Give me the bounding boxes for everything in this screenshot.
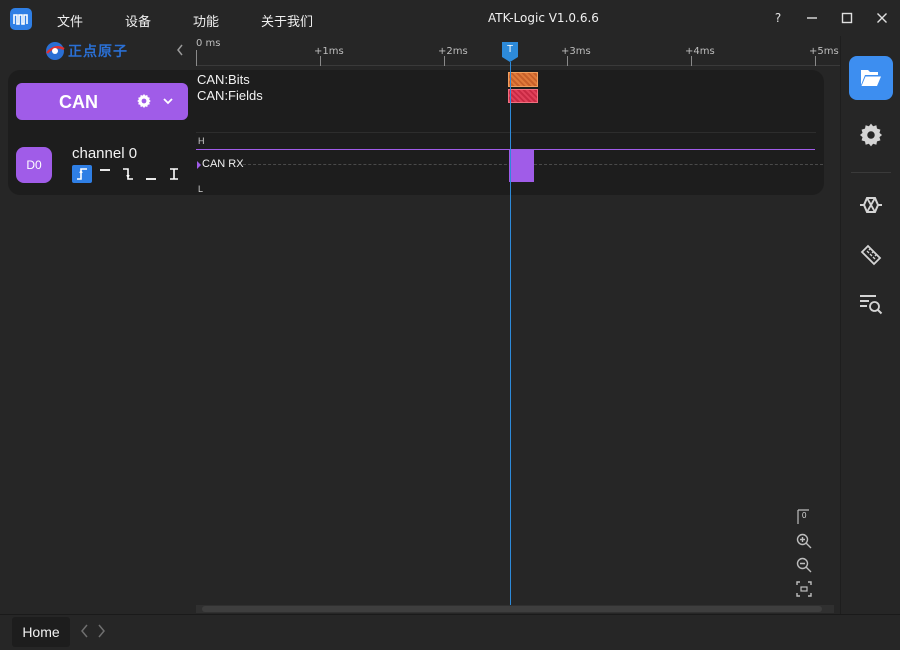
window-title: ATK-Logic V1.0.6.6 [488,11,599,25]
toolbar-separator [851,172,891,173]
high-level-label: H [198,136,205,146]
brand-logo: 正点原子 [44,40,128,62]
trigger-label: T [506,44,514,55]
horizontal-scrollbar[interactable] [196,605,834,613]
falling-edge-icon [123,168,133,180]
decoded-fields-block[interactable] [508,89,538,103]
fit-screen-icon [796,581,812,597]
trigger-low-level-button[interactable] [141,165,161,183]
minimize-button[interactable] [802,8,822,28]
trigger-marker[interactable]: T [502,42,518,62]
zoom-in-icon [796,533,812,549]
app-logo-icon [10,8,32,30]
scrollbar-thumb[interactable] [202,606,822,612]
app-window: 文件 设备 功能 关于我们 ATK-Logic V1.0.6.6 ? 正点原子 … [0,0,900,650]
folder-open-icon [861,70,881,86]
signal-pulse [510,149,534,182]
trigger-high-level-button[interactable] [95,165,115,183]
low-level-label: L [198,184,204,194]
close-button[interactable] [872,8,892,28]
menu-about[interactable]: 关于我们 [261,11,313,30]
zoom-out-button[interactable] [792,553,816,577]
ruler-tick-label: +3ms [561,46,591,57]
nav-back-button[interactable] [80,624,89,642]
zoom-fit-button[interactable] [792,577,816,601]
trigger-rising-edge-button[interactable] [72,165,92,183]
menu-function[interactable]: 功能 [193,11,219,30]
ruler-tick-label: +1ms [314,46,344,57]
ruler-tick [567,56,568,66]
zoom-reset-button[interactable]: 0 [792,505,816,529]
device-settings-button[interactable] [849,113,893,157]
home-tab-label: Home [22,624,60,640]
ruler-tick-label: +2ms [438,46,468,57]
rising-edge-icon [77,168,87,180]
trigger-options [72,165,187,183]
gear-icon[interactable] [136,93,152,109]
time-ruler[interactable]: 0 ms +1ms +2ms +3ms +4ms +5ms [196,36,840,66]
signal-high-line [196,149,815,150]
gear-icon [859,123,883,147]
decoder-row-bits: CAN:Bits [197,72,250,87]
brand-text: 正点原子 [68,44,128,60]
collapse-panel-button[interactable] [176,44,184,59]
menu-file[interactable]: 文件 [57,11,83,30]
any-edge-icon [170,168,178,180]
close-icon [877,13,887,23]
protocol-decoder-button[interactable] [849,183,893,227]
open-file-button[interactable] [849,56,893,100]
maximize-button[interactable] [837,8,857,28]
ruler-tick [691,56,692,66]
chevron-right-icon [98,624,105,638]
ruler-tick [444,56,445,66]
ruler-origin-tick [196,50,197,66]
decoder-can-button[interactable]: CAN [16,83,188,120]
channel-name[interactable]: channel 0 [72,145,137,162]
ruler-tick-label: +5ms [809,46,839,57]
home-tab[interactable]: Home [12,617,70,647]
low-level-icon [146,178,156,180]
decoder-name: CAN [59,92,98,112]
nav-forward-button[interactable] [97,624,106,642]
chevron-left-icon [177,44,183,56]
decoder-row-fields: CAN:Fields [197,88,263,103]
right-toolbar [840,36,900,614]
ruler-tick [815,56,816,66]
channel-badge-label: D0 [26,158,42,172]
search-results-button[interactable] [849,282,893,326]
signal-label: CAN RX [202,158,244,170]
zoom-out-icon [796,557,812,573]
zoom-tools: 0 [792,505,816,601]
panel-divider [196,132,816,133]
help-label: ? [774,11,782,25]
title-bar: 文件 设备 功能 关于我们 ATK-Logic V1.0.6.6 ? [0,0,900,36]
waveform-decode-icon [860,197,882,213]
channel-badge[interactable]: D0 [16,147,52,183]
channel-panel: CAN CAN:Bits CAN:Fields D0 channel 0 H L… [8,70,824,195]
menu-device[interactable]: 设备 [125,11,151,30]
high-level-icon [100,169,110,171]
minimize-icon [807,17,817,19]
measure-button[interactable] [849,233,893,277]
decoded-bits-block[interactable] [508,72,538,87]
signal-arrow-icon [197,161,201,169]
maximize-icon [841,12,853,24]
zoom-reset-label: 0 [802,511,807,520]
ruler-tick-label: +4ms [685,46,715,57]
brand-mark-icon [46,42,65,60]
zoom-in-button[interactable] [792,529,816,553]
list-search-icon [860,295,883,315]
ruler-tick [320,56,321,66]
chevron-down-icon[interactable] [161,94,175,108]
ruler-origin-label: 0 ms [196,38,221,49]
help-button[interactable]: ? [768,8,788,28]
bottom-bar: Home [0,614,900,650]
trigger-falling-edge-button[interactable] [118,165,138,183]
trigger-any-edge-button[interactable] [164,165,184,183]
trigger-line [510,62,511,605]
ruler-icon [860,244,882,266]
chevron-left-icon [81,624,88,638]
